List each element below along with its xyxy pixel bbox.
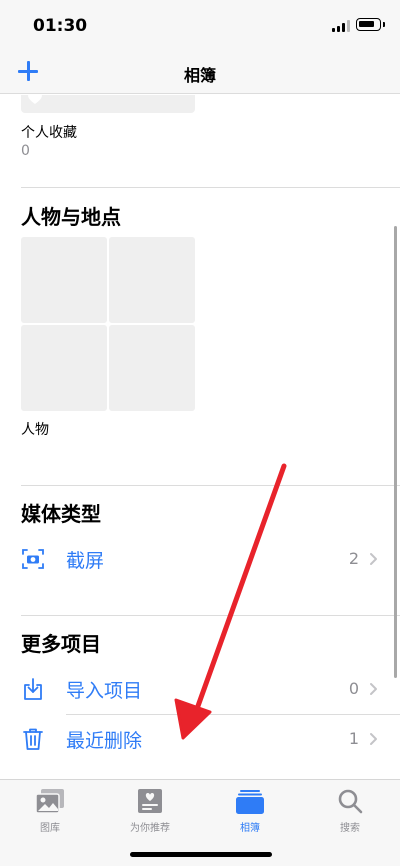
home-indicator	[130, 852, 272, 857]
favorites-album-thumbnail[interactable]	[21, 95, 195, 113]
albums-content[interactable]: 个人收藏 0 人物与地点 人物 媒体类型 截屏 2 更多项目 导入项目 0 最近…	[0, 95, 400, 779]
chevron-right-icon	[370, 733, 377, 745]
page-title: 相簿	[183, 66, 216, 85]
tab-search[interactable]: 搜索	[300, 780, 400, 835]
more-item-count: 0	[348, 679, 359, 698]
tab-label: 为你推荐	[130, 823, 170, 834]
tab-label: 搜索	[340, 823, 360, 834]
divider	[66, 714, 400, 715]
tab-library[interactable]: 图库	[0, 780, 100, 835]
nav-bar: 相簿	[0, 50, 400, 94]
person-tile	[21, 237, 107, 323]
battery-icon	[356, 18, 381, 31]
photo-library-icon	[35, 789, 64, 814]
divider	[21, 485, 400, 486]
section-title-more-items: 更多项目	[21, 632, 101, 656]
section-title-people-places: 人物与地点	[21, 205, 121, 229]
media-type-row-screenshots[interactable]: 截屏 2	[0, 536, 400, 582]
person-tile	[109, 237, 195, 323]
divider	[21, 187, 400, 188]
person-tile	[109, 325, 195, 411]
status-bar: 01:30	[0, 0, 400, 50]
more-item-label: 最近删除	[66, 730, 143, 752]
more-items-row-import[interactable]: 导入项目 0	[0, 666, 400, 712]
media-type-label: 截屏	[66, 550, 105, 572]
more-items-row-recently-deleted[interactable]: 最近删除 1	[0, 716, 400, 762]
cellular-signal-icon	[332, 20, 350, 32]
divider	[21, 615, 400, 616]
people-album-label[interactable]: 人物	[21, 419, 49, 439]
favorites-album-count: 0	[21, 143, 30, 159]
chevron-right-icon	[370, 683, 377, 695]
albums-icon	[236, 790, 264, 814]
search-icon	[338, 789, 363, 814]
scroll-indicator[interactable]	[394, 226, 397, 678]
tab-label: 图库	[40, 823, 60, 834]
favorites-album-label[interactable]: 个人收藏	[21, 122, 77, 142]
import-icon	[24, 678, 42, 700]
heart-icon	[28, 95, 42, 104]
screenshot-icon	[22, 549, 44, 569]
chevron-right-icon	[370, 553, 377, 565]
more-item-label: 导入项目	[66, 680, 143, 702]
trash-icon	[23, 728, 43, 750]
person-tile	[21, 325, 107, 411]
media-type-count: 2	[348, 549, 359, 568]
for-you-icon	[138, 789, 162, 813]
tab-label: 相簿	[240, 823, 260, 834]
more-item-count: 1	[348, 729, 359, 748]
status-time: 01:30	[33, 16, 88, 36]
section-title-media-types: 媒体类型	[21, 502, 101, 526]
tab-for-you[interactable]: 为你推荐	[100, 780, 200, 835]
tab-albums[interactable]: 相簿	[200, 780, 300, 835]
